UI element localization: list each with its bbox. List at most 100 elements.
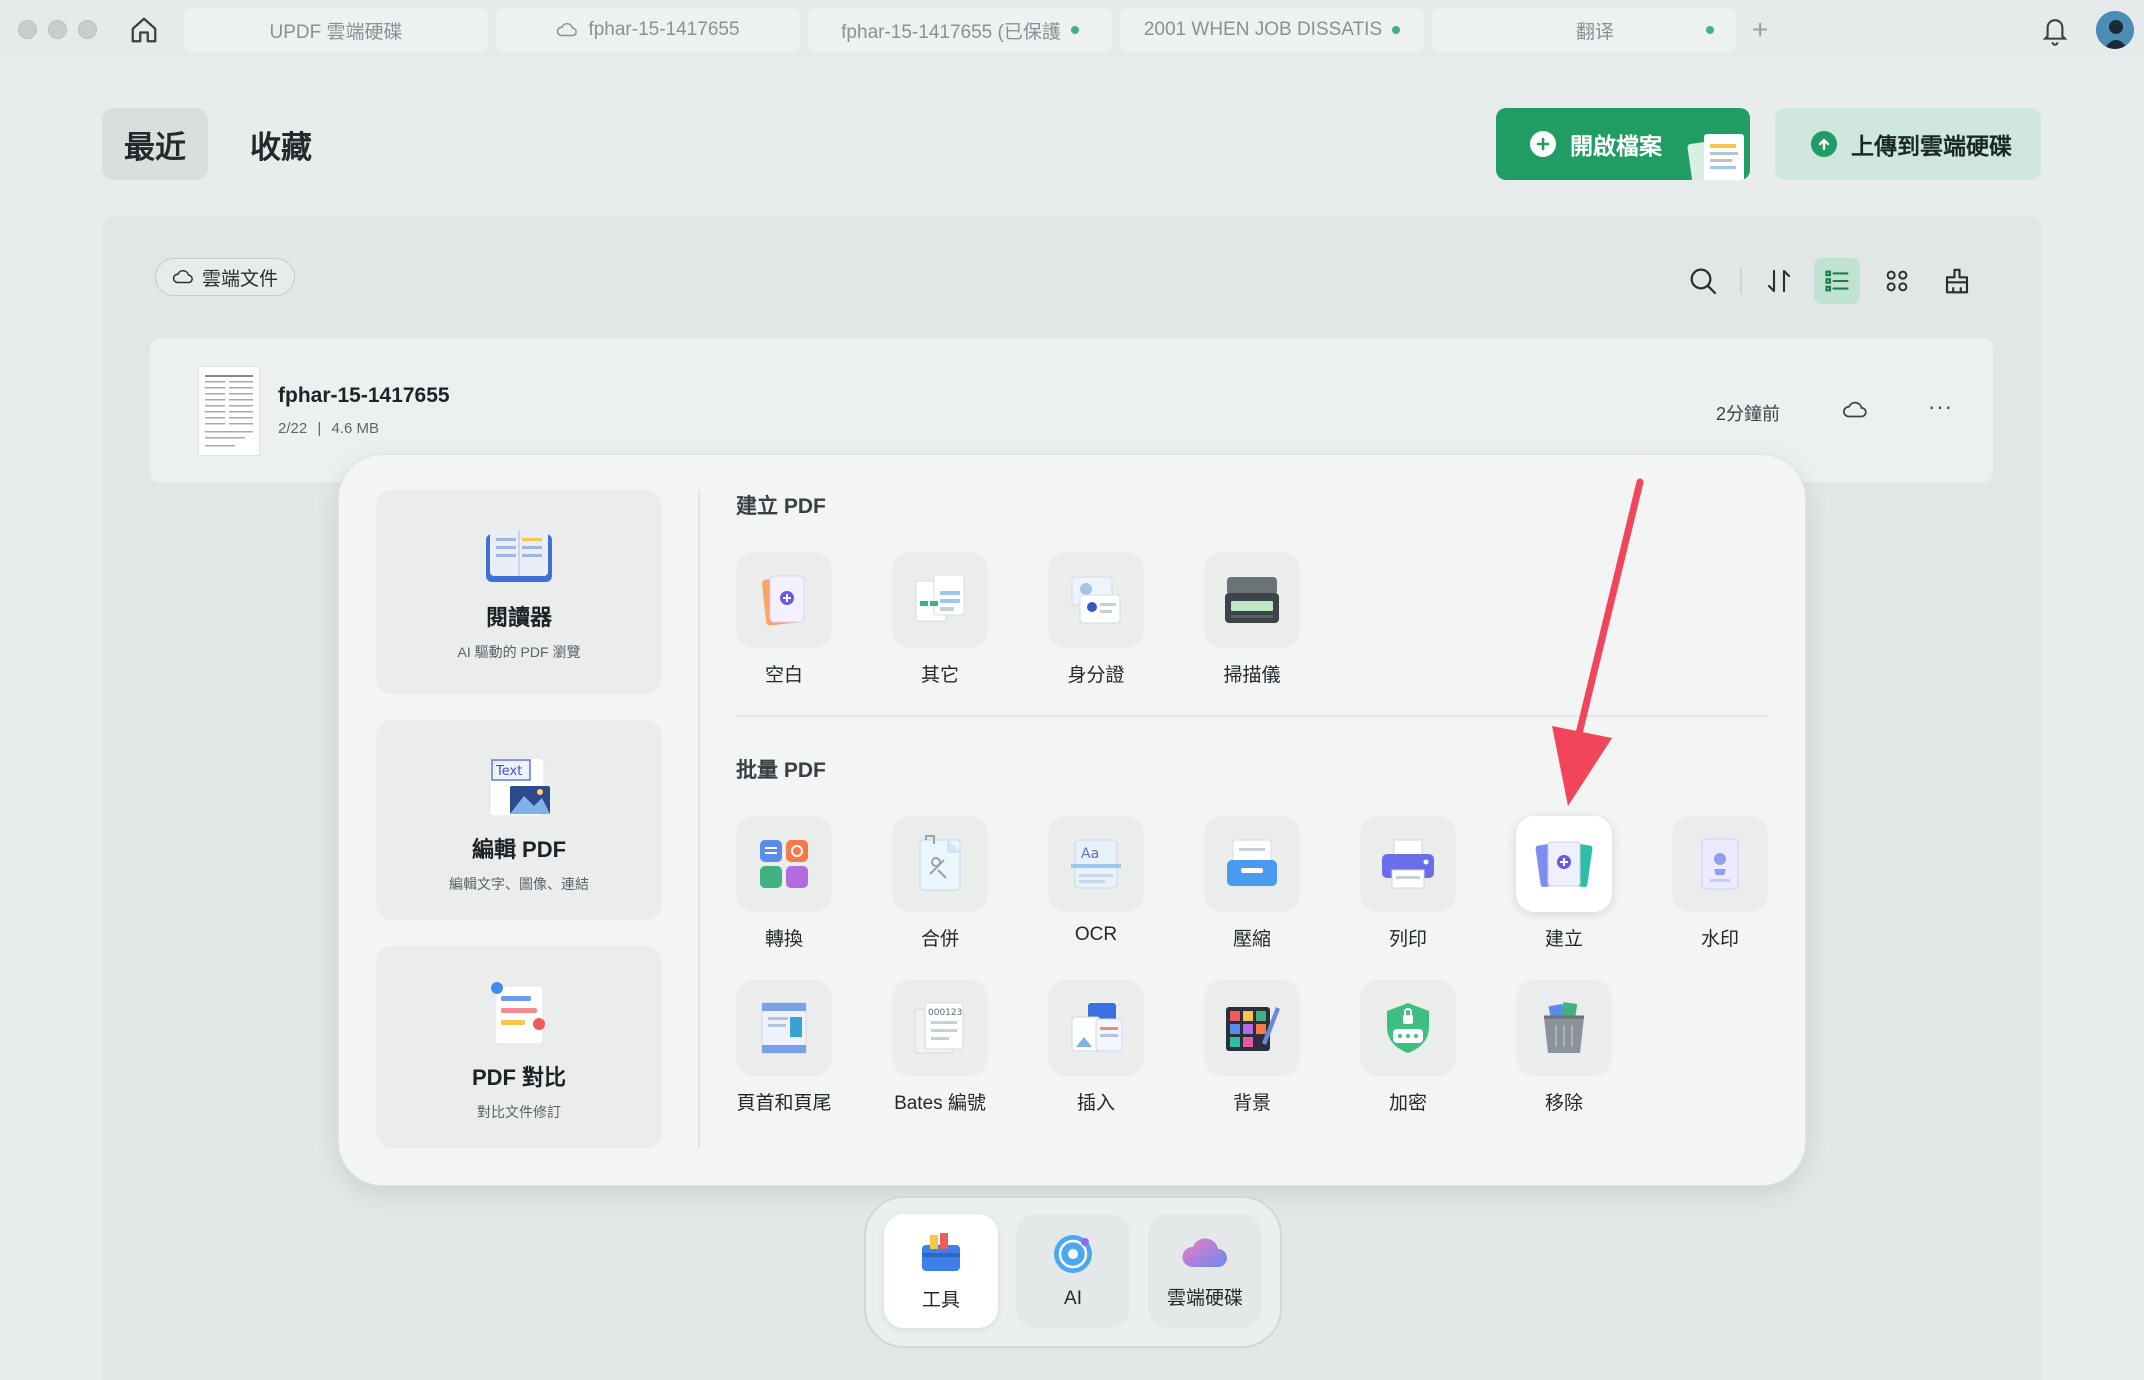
convert-icon xyxy=(736,816,832,912)
convert-label: 轉換 xyxy=(764,929,803,950)
tab-job-dissatis[interactable]: 2001 WHEN JOB DISSATIS xyxy=(1120,8,1424,52)
dock-ai-button[interactable]: AI xyxy=(1016,1214,1130,1328)
plus-circle-icon xyxy=(1530,131,1556,157)
bell-icon xyxy=(2042,19,2068,46)
create-scanner-button[interactable]: 掃描儀 xyxy=(1204,552,1300,687)
file-meta: 2/22 | 4.6 MB xyxy=(278,420,379,437)
background-label: 背景 xyxy=(1232,1093,1271,1114)
batch-remove-button[interactable]: 移除 xyxy=(1516,980,1612,1115)
edit-pdf-subtitle: 編輯文字、圖像、連結 xyxy=(449,876,589,892)
new-tab-button[interactable]: + xyxy=(1752,14,1768,46)
pdf-compare-subtitle: 對比文件修訂 xyxy=(477,1104,561,1120)
insert-icon xyxy=(1048,980,1144,1076)
tab-label: UPDF 雲端硬碟 xyxy=(269,21,403,43)
batch-create-button[interactable]: 建立 xyxy=(1516,816,1612,951)
grid-view-icon xyxy=(1886,270,1908,292)
file-modified-time: 2分鐘前 xyxy=(1716,404,1781,424)
dock-cloud-drive-button[interactable]: 雲端硬碟 xyxy=(1148,1214,1262,1328)
create-other-button[interactable]: 其它 xyxy=(892,552,988,687)
encrypt-icon xyxy=(1360,980,1456,1076)
documents-decoration-icon xyxy=(1687,134,1744,180)
toolbar-divider xyxy=(1740,268,1742,294)
create-pdf-section-title: 建立 PDF xyxy=(736,495,826,518)
file-more-button[interactable]: ··· xyxy=(1928,394,1953,420)
cloud-icon xyxy=(1843,401,1867,418)
print-icon xyxy=(1360,816,1456,912)
ocr-icon: Aa xyxy=(1048,816,1144,912)
create-label: 建立 xyxy=(1544,929,1583,950)
window-zoom-button[interactable] xyxy=(78,20,97,39)
window-close-button[interactable] xyxy=(18,20,37,39)
tab-translate[interactable]: 翻译 xyxy=(1432,8,1736,52)
open-file-label: 開啟檔案 xyxy=(1570,133,1662,159)
file-thumbnail xyxy=(198,366,260,456)
upload-to-cloud-button[interactable]: 上傳到雲端硬碟 xyxy=(1775,108,2041,180)
create-id-card-button[interactable]: 身分證 xyxy=(1048,552,1144,687)
merge-label: 合併 xyxy=(920,929,959,950)
tab-recent[interactable]: 最近 xyxy=(102,108,208,180)
ocr-label: OCR xyxy=(1074,924,1118,945)
grid-view-button[interactable] xyxy=(1874,258,1920,304)
header-footer-label: 頁首和頁尾 xyxy=(736,1093,832,1114)
tab-updf-cloud[interactable]: UPDF 雲端硬碟 xyxy=(184,8,488,52)
pdf-compare-card[interactable]: PDF 對比 對比文件修訂 xyxy=(376,946,662,1148)
file-size: 4.6 MB xyxy=(331,420,379,437)
insert-label: 插入 xyxy=(1076,1093,1115,1114)
cloud-documents-filter[interactable]: 雲端文件 xyxy=(155,258,296,296)
file-cloud-button[interactable] xyxy=(1842,400,1868,425)
cloud-drive-icon xyxy=(1182,1237,1227,1267)
batch-print-button[interactable]: 列印 xyxy=(1360,816,1456,951)
watermark-icon xyxy=(1672,816,1768,912)
ocr-glyph: Aa xyxy=(1081,846,1099,862)
reader-title: 閱讀器 xyxy=(485,605,552,630)
header-footer-icon xyxy=(736,980,832,1076)
tab-label: fphar-15-1417655 (已保護 xyxy=(841,21,1061,43)
cloud-icon xyxy=(557,22,578,37)
batch-convert-button[interactable]: 轉換 xyxy=(736,816,832,951)
list-view-icon xyxy=(1825,270,1849,292)
avatar-image-icon xyxy=(2096,11,2134,49)
dock-tools-button[interactable]: 工具 xyxy=(884,1214,998,1328)
cloud-documents-label: 雲端文件 xyxy=(202,268,279,290)
merge-icon xyxy=(892,816,988,912)
compress-icon xyxy=(1204,816,1300,912)
create-blank-button[interactable]: 空白 xyxy=(736,552,832,687)
open-file-button[interactable]: 開啟檔案 xyxy=(1496,108,1750,180)
dock-tools-label: 工具 xyxy=(921,1289,960,1311)
clean-button[interactable] xyxy=(1934,258,1980,304)
bates-icon: 000123 xyxy=(892,980,988,1076)
window-minimize-button[interactable] xyxy=(48,20,67,39)
batch-merge-button[interactable]: 合併 xyxy=(892,816,988,951)
batch-background-button[interactable]: 背景 xyxy=(1204,980,1300,1115)
unsaved-dot xyxy=(1070,26,1079,34)
clean-icon xyxy=(1945,268,1969,294)
tab-fphar-protected[interactable]: fphar-15-1417655 (已保護 xyxy=(808,8,1112,52)
avatar[interactable] xyxy=(2096,11,2134,49)
tab-label: 2001 WHEN JOB DISSATIS xyxy=(1143,19,1383,40)
reader-card[interactable]: 閱讀器 AI 驅動的 PDF 瀏覽 xyxy=(376,490,662,694)
batch-bates-button[interactable]: 000123 Bates 編號 xyxy=(892,980,988,1115)
tab-favorites[interactable]: 收藏 xyxy=(228,108,334,180)
edit-pdf-card[interactable]: Text 編輯 PDF 編輯文字、圖像、連結 xyxy=(376,720,662,920)
batch-encrypt-button[interactable]: 加密 xyxy=(1360,980,1456,1115)
search-button[interactable] xyxy=(1680,258,1726,304)
batch-insert-button[interactable]: 插入 xyxy=(1048,980,1144,1115)
compress-label: 壓縮 xyxy=(1232,929,1271,950)
batch-header-footer-button[interactable]: 頁首和頁尾 xyxy=(736,980,832,1115)
background-icon xyxy=(1204,980,1300,1076)
scanner-label: 掃描儀 xyxy=(1223,665,1281,686)
list-view-button[interactable] xyxy=(1814,258,1860,304)
batch-ocr-button[interactable]: Aa OCR xyxy=(1048,816,1144,946)
reader-icon xyxy=(486,530,552,582)
popup-vertical-divider xyxy=(698,490,700,1148)
id-card-label: 身分證 xyxy=(1067,665,1125,686)
batch-compress-button[interactable]: 壓縮 xyxy=(1204,816,1300,951)
home-button[interactable] xyxy=(126,12,162,48)
tab-fphar[interactable]: fphar-15-1417655 xyxy=(496,8,800,52)
batch-watermark-button[interactable]: 水印 xyxy=(1672,816,1768,951)
scanner-icon xyxy=(1204,552,1300,648)
notification-button[interactable] xyxy=(2040,14,2070,51)
cloud-icon xyxy=(172,269,193,284)
unsaved-dot xyxy=(1706,26,1714,34)
sort-button[interactable] xyxy=(1756,258,1802,304)
